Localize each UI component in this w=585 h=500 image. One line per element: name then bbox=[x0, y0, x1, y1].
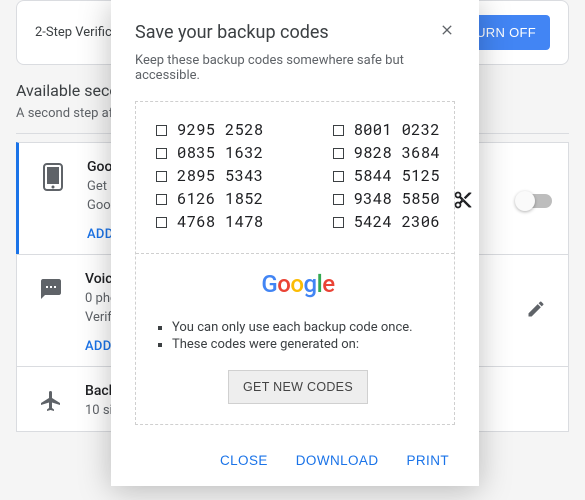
google-logo: Google bbox=[156, 270, 440, 298]
modal-scrim: Save your backup codes Keep these backup… bbox=[0, 0, 585, 500]
backup-code: 0835 1632 bbox=[156, 143, 263, 163]
note-line: These codes were generated on: bbox=[172, 337, 440, 352]
codes-divider bbox=[136, 253, 454, 254]
checkbox-icon bbox=[156, 125, 167, 136]
close-button[interactable]: CLOSE bbox=[220, 453, 268, 468]
backup-code: 6126 1852 bbox=[156, 189, 263, 209]
codes-panel: 9295 2528 0835 1632 2895 5343 6126 1852 … bbox=[135, 101, 455, 425]
note-line: You can only use each backup code once. bbox=[172, 320, 440, 335]
checkbox-icon bbox=[156, 171, 167, 182]
backup-code: 2895 5343 bbox=[156, 166, 263, 186]
scissors-icon bbox=[453, 190, 473, 214]
dialog-actions: CLOSE DOWNLOAD PRINT bbox=[135, 449, 455, 472]
backup-code: 4768 1478 bbox=[156, 212, 263, 232]
codes-notes: You can only use each backup code once. … bbox=[156, 320, 440, 352]
checkbox-icon bbox=[333, 148, 344, 159]
dialog-title: Save your backup codes bbox=[135, 22, 329, 43]
dialog-subtitle: Keep these backup codes somewhere safe b… bbox=[135, 53, 455, 83]
print-button[interactable]: PRINT bbox=[407, 453, 450, 468]
backup-code: 8001 0232 bbox=[333, 120, 440, 140]
backup-code: 9828 3684 bbox=[333, 143, 440, 163]
close-icon[interactable] bbox=[439, 22, 455, 42]
backup-code: 9295 2528 bbox=[156, 120, 263, 140]
checkbox-icon bbox=[156, 217, 167, 228]
backup-codes-dialog: Save your backup codes Keep these backup… bbox=[111, 0, 479, 486]
checkbox-icon bbox=[333, 171, 344, 182]
checkbox-icon bbox=[156, 148, 167, 159]
backup-code: 9348 5850 bbox=[333, 189, 440, 209]
get-new-codes-button[interactable]: GET NEW CODES bbox=[228, 370, 368, 404]
checkbox-icon bbox=[333, 194, 344, 205]
backup-code: 5844 5125 bbox=[333, 166, 440, 186]
codes-col-right: 8001 0232 9828 3684 5844 5125 9348 5850 … bbox=[333, 120, 440, 235]
checkbox-icon bbox=[333, 217, 344, 228]
checkbox-icon bbox=[156, 194, 167, 205]
checkbox-icon bbox=[333, 125, 344, 136]
codes-col-left: 9295 2528 0835 1632 2895 5343 6126 1852 … bbox=[156, 120, 263, 235]
backup-code: 5424 2306 bbox=[333, 212, 440, 232]
download-button[interactable]: DOWNLOAD bbox=[296, 453, 379, 468]
